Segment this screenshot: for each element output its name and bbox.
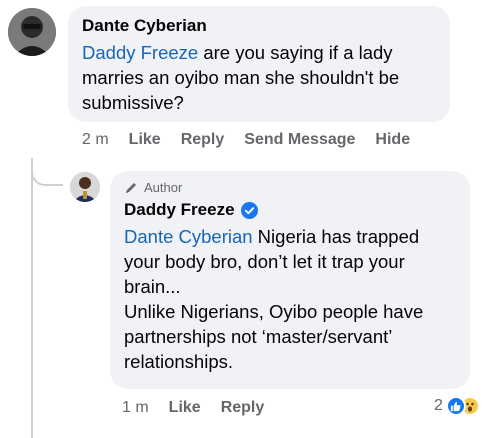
reply-mention-link[interactable]: Dante Cyberian [124,226,253,247]
comment-text: Daddy Freeze are you saying if a lady ma… [82,40,436,115]
like-button[interactable]: Like [129,131,161,149]
author-badge-label: Author [144,180,183,195]
timestamp[interactable]: 2 m [82,131,109,149]
reply-body-2: Unlike Nigerians, Oyibo people have part… [124,301,424,372]
reply-button[interactable]: Reply [181,131,225,149]
comment-actions: 2 m Like Reply Send Message Hide [82,131,430,149]
send-message-button[interactable]: Send Message [244,131,355,149]
like-icon [445,396,466,416]
verified-icon [240,201,258,219]
hide-button[interactable]: Hide [375,131,410,149]
reply-reply-button[interactable]: Reply [221,399,265,417]
reply-bubble: Author Daddy Freeze Dante Cyberian Niger… [110,171,470,389]
reaction-summary[interactable]: 2 [434,396,480,416]
thread-line [31,158,33,438]
reply-like-button[interactable]: Like [169,399,201,417]
reply-author-name[interactable]: Daddy Freeze [124,199,235,221]
comment-bubble: Dante Cyberian Daddy Freeze are you sayi… [68,6,450,122]
author-badge: Author [124,180,456,196]
mention-link[interactable]: Daddy Freeze [82,42,198,63]
reply-avatar[interactable] [70,172,100,202]
reaction-count: 2 [434,397,443,414]
thread-connector [31,158,63,186]
reply-actions: 1 m Like Reply [122,399,284,417]
pen-icon [126,183,136,193]
avatar[interactable] [8,8,56,56]
reply-timestamp[interactable]: 1 m [122,399,149,417]
reply-text: Dante Cyberian Nigeria has trapped your … [124,224,456,299]
comment-author-name[interactable]: Dante Cyberian [82,15,436,37]
